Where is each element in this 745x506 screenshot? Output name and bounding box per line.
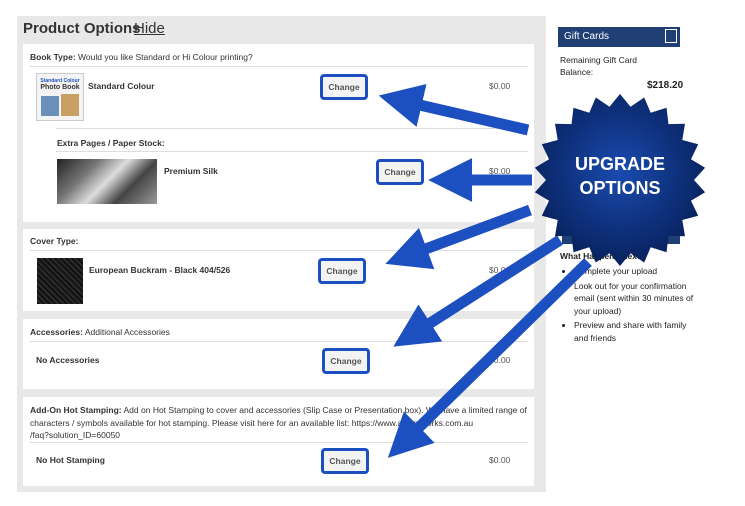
divider [56, 128, 528, 129]
accessories-change-button[interactable]: Change [322, 348, 370, 374]
remaining-balance-label: Remaining Gift Card Balance: [560, 55, 638, 77]
book-type-change-button[interactable]: Change [320, 74, 368, 100]
book-type-heading: Book Type: Would you like Standard or Hi… [30, 52, 253, 62]
sidebar-bar [562, 232, 680, 244]
what-happens-next-title: What Happens Next? [560, 251, 646, 261]
cover-type-price: $0.00 [489, 265, 511, 275]
extra-pages-change-button[interactable]: Change [376, 159, 424, 185]
buckram-swatch [37, 258, 83, 304]
cover-type-value: European Buckram - Black 404/526 [89, 265, 231, 275]
hide-link[interactable]: Hide [134, 20, 165, 37]
book-type-section: Book Type: Would you like Standard or Hi… [23, 44, 534, 222]
standard-colour-thumbnail: Standard Colour Photo Book [36, 73, 84, 121]
hot-stamping-value: No Hot Stamping [36, 455, 105, 465]
divider [30, 442, 528, 443]
hot-stamping-section: Add-On Hot Stamping: Add on Hot Stamping… [23, 397, 534, 486]
extra-pages-price: $0.00 [489, 166, 511, 176]
list-item: Complete your upload [574, 265, 694, 278]
cover-type-change-button[interactable]: Change [318, 258, 366, 284]
page-title: Product Options [23, 20, 141, 37]
premium-silk-thumbnail [57, 159, 157, 204]
divider [30, 250, 528, 251]
divider [30, 341, 528, 342]
list-item: Look out for your confirmation email (se… [574, 280, 694, 318]
gift-icon [665, 29, 677, 43]
badge-text-line2: OPTIONS [579, 178, 660, 198]
hot-stamping-price: $0.00 [489, 455, 511, 465]
book-type-value: Standard Colour [88, 81, 155, 91]
gift-cards-header: Gift Cards [558, 27, 680, 47]
hot-stamping-heading: Add-On Hot Stamping: Add on Hot Stamping… [30, 405, 527, 440]
cover-type-section: Cover Type: European Buckram - Black 404… [23, 229, 534, 311]
list-item: Preview and share with family and friend… [574, 319, 694, 344]
next-steps-list: Complete your upload Look out for your c… [560, 265, 694, 346]
accessories-heading: Accessories: Additional Accessories [30, 327, 170, 337]
accessories-section: Accessories: Additional Accessories No A… [23, 319, 534, 389]
hot-stamping-change-button[interactable]: Change [321, 448, 369, 474]
gift-card-balance: $218.20 [647, 80, 684, 91]
extra-pages-value: Premium Silk [164, 166, 218, 176]
divider [56, 151, 528, 152]
accessories-value: No Accessories [36, 355, 100, 365]
accessories-price: $0.00 [489, 355, 511, 365]
badge-text-line1: UPGRADE [575, 154, 665, 174]
extra-pages-heading: Extra Pages / Paper Stock: [57, 138, 165, 148]
divider [30, 66, 528, 67]
cover-type-heading: Cover Type: [30, 236, 79, 246]
book-type-price: $0.00 [489, 81, 511, 91]
